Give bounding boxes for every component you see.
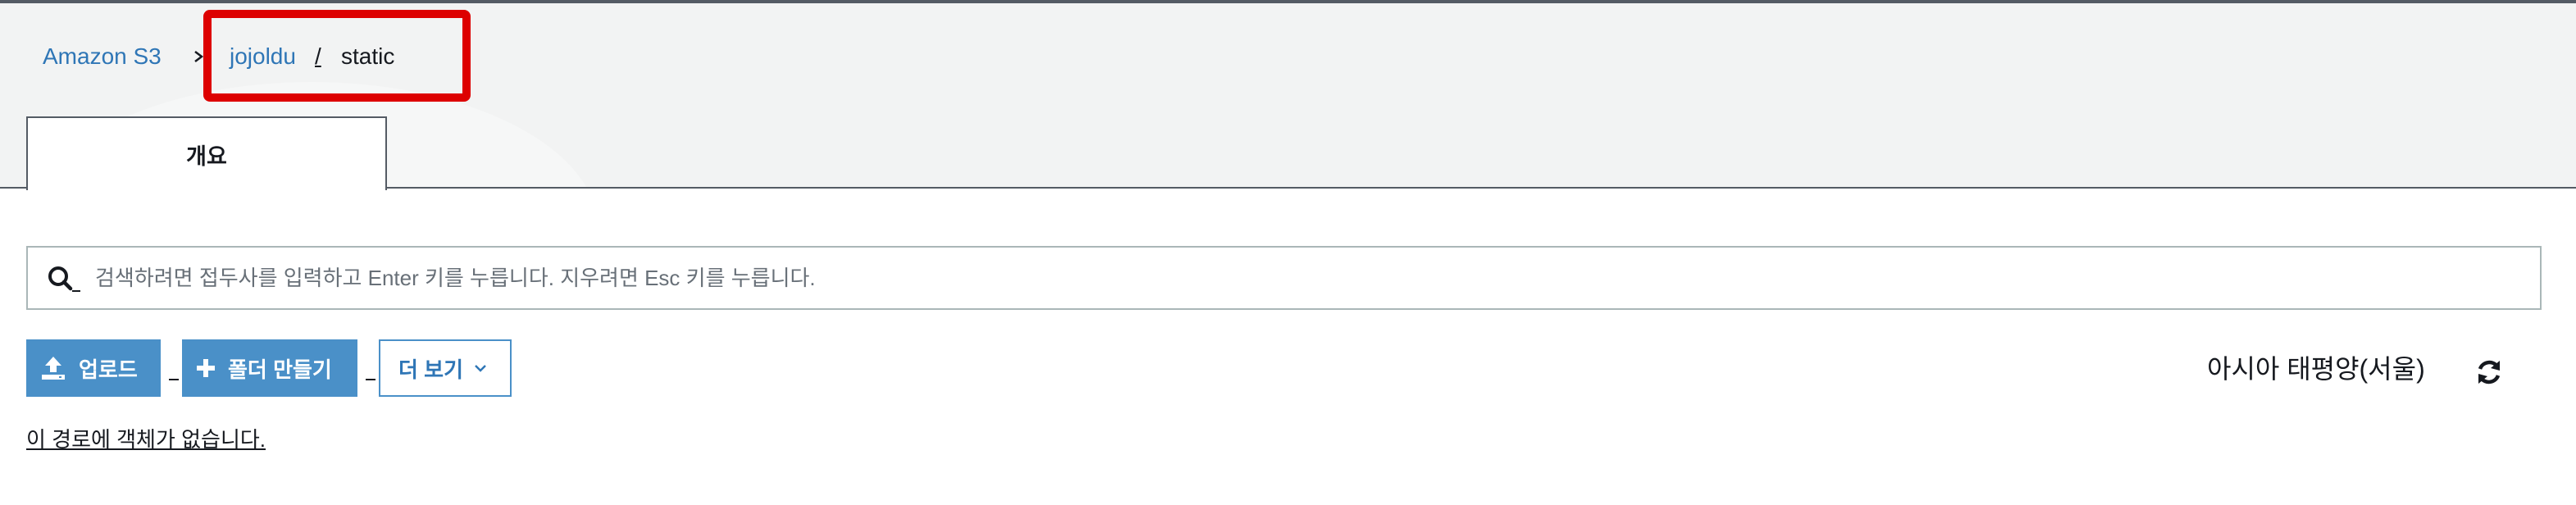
upload-icon bbox=[42, 357, 65, 380]
upload-button-label: 업로드 bbox=[79, 357, 138, 382]
region-label: 아시아 태평양(서울) bbox=[2207, 354, 2425, 384]
create-folder-button-label: 폴더 만들기 bbox=[228, 357, 332, 382]
create-folder-button[interactable]: 폴더 만들기 bbox=[182, 339, 357, 397]
more-actions-label: 더 보기 bbox=[398, 357, 463, 382]
upload-button[interactable]: 업로드 bbox=[26, 339, 161, 397]
more-actions-dropdown[interactable]: 더 보기 bbox=[379, 339, 512, 397]
tab-overview[interactable]: 개요 bbox=[26, 116, 387, 190]
toolbar-spacer bbox=[366, 379, 375, 380]
refresh-icon[interactable] bbox=[2473, 356, 2505, 389]
chevron-down-icon bbox=[475, 365, 486, 372]
search-input[interactable] bbox=[95, 254, 2522, 302]
search-icon bbox=[48, 266, 80, 292]
search-box bbox=[26, 246, 2542, 310]
highlight-annotation bbox=[203, 10, 471, 102]
empty-state-message: 이 경로에 객체가 없습니다. bbox=[26, 427, 266, 452]
toolbar-spacer bbox=[169, 379, 179, 380]
breadcrumb-root-link[interactable]: Amazon S3 bbox=[43, 42, 162, 71]
plus-icon bbox=[197, 359, 215, 377]
